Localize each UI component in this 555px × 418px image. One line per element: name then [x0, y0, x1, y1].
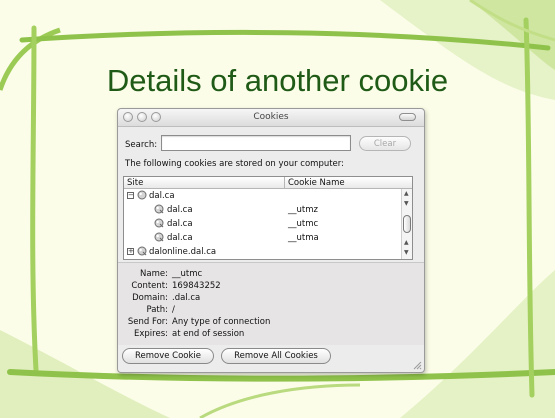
table-row[interactable]: − dal.ca [124, 189, 400, 203]
table-row[interactable]: dal.ca __utmc [124, 217, 400, 231]
table-row[interactable]: dal.ca __utma [124, 231, 400, 245]
remove-cookie-button[interactable]: Remove Cookie [122, 348, 214, 364]
cookies-window: Cookies Search: Clear The following cook… [117, 108, 425, 373]
name-value: __utmc [172, 269, 203, 279]
scrollbar-thumb[interactable] [403, 215, 411, 233]
cookie-name-cell: __utma [288, 233, 319, 243]
domain-value: .dal.ca [172, 293, 201, 303]
slide-title: Details of another cookie [106, 63, 449, 98]
column-header-site[interactable]: Site [127, 178, 143, 188]
site-cell: dal.ca [167, 233, 193, 243]
domain-label: Domain: [132, 293, 168, 303]
cookie-name-cell: __utmz [288, 205, 318, 215]
name-label: Name: [140, 269, 168, 279]
path-value: / [172, 305, 175, 315]
content-value: 169843252 [172, 281, 221, 291]
scroll-down-arrow-icon[interactable]: ▼ [404, 200, 409, 207]
table-scrollbar[interactable]: ▲ ▼ ▲ ▼ [401, 189, 412, 259]
cookie-icon [137, 190, 147, 200]
resize-grip-icon[interactable] [413, 361, 422, 370]
toolbar-toggle-button[interactable] [399, 113, 416, 121]
send-for-value: Any type of connection [172, 317, 271, 327]
clear-button[interactable]: Clear [359, 136, 411, 151]
site-cell: dal.ca [167, 219, 193, 229]
search-input[interactable] [161, 135, 351, 151]
cookie-details-panel: Name: __utmc Content: 169843252 Domain: … [118, 262, 424, 345]
site-cell: dal.ca [149, 191, 175, 201]
cookie-icon [137, 246, 147, 256]
remove-all-cookies-button[interactable]: Remove All Cookies [221, 348, 331, 364]
cookie-icon [154, 218, 164, 228]
table-row[interactable]: dal.ca __utmz [124, 203, 400, 217]
window-titlebar[interactable]: Cookies [118, 109, 424, 127]
search-label: Search: [125, 140, 158, 150]
expand-toggle-icon[interactable]: + [127, 248, 134, 255]
collapse-toggle-icon[interactable]: − [127, 192, 134, 199]
table-row[interactable]: + dalonline.dal.ca [124, 245, 400, 259]
cookie-icon [154, 204, 164, 214]
scroll-up-arrow-icon[interactable]: ▲ [404, 239, 409, 246]
site-cell: dal.ca [167, 205, 193, 215]
column-header-cookie-name[interactable]: Cookie Name [288, 178, 345, 188]
scroll-down-arrow-icon[interactable]: ▼ [404, 249, 409, 256]
cookies-info-text: The following cookies are stored on your… [125, 159, 344, 169]
path-label: Path: [146, 305, 168, 315]
send-for-label: Send For: [127, 317, 168, 327]
scroll-up-arrow-icon[interactable]: ▲ [404, 190, 409, 197]
site-cell: dalonline.dal.ca [149, 247, 217, 257]
window-title: Cookies [253, 112, 289, 122]
content-label: Content: [131, 281, 168, 291]
cookies-table: Site Cookie Name − dal.ca dal.ca __utmz … [123, 176, 413, 260]
expires-value: at end of session [172, 329, 245, 339]
table-header: Site Cookie Name [124, 177, 412, 189]
expires-label: Expires: [134, 329, 168, 339]
cookie-icon [154, 232, 164, 242]
cookie-name-cell: __utmc [288, 219, 319, 229]
